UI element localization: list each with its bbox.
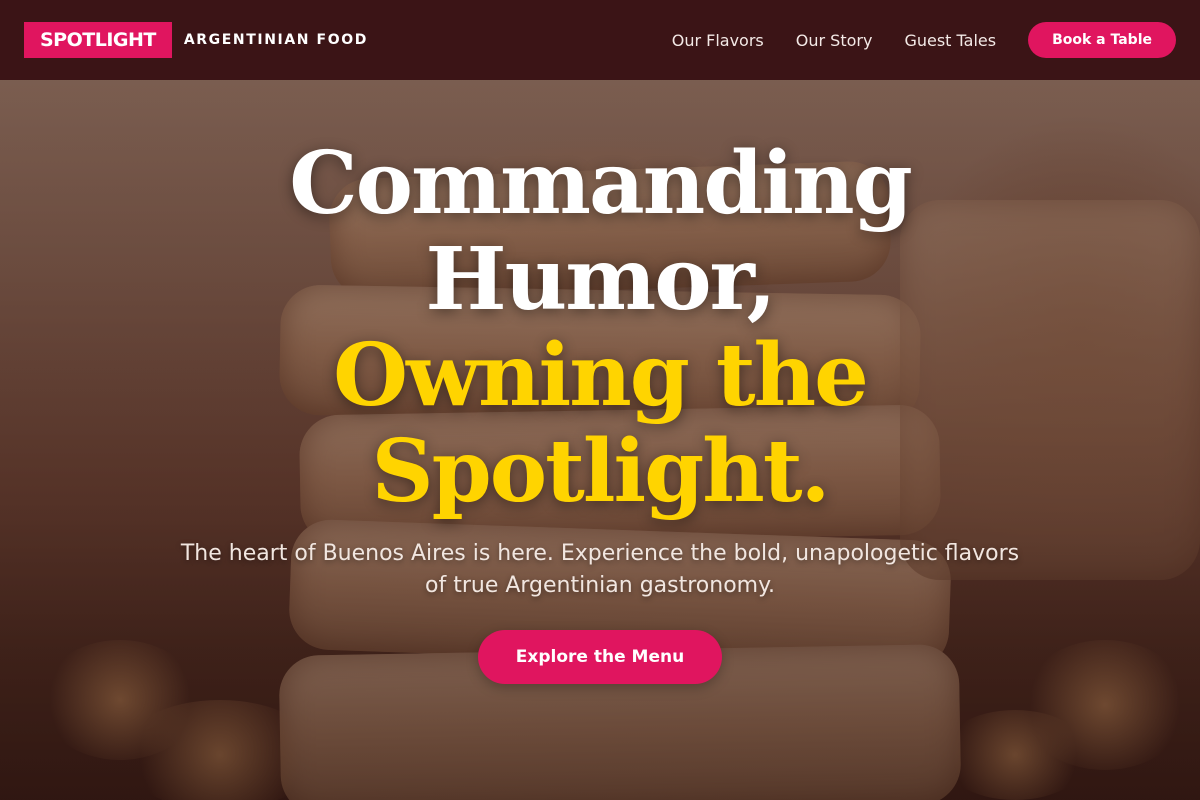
headline-line-4: Spotlight. <box>371 421 831 522</box>
headline-line-3: Owning the <box>333 325 869 426</box>
main-nav: Our Flavors Our Story Guest Tales Book a… <box>672 22 1176 58</box>
headline-line-1: Commanding <box>289 133 913 234</box>
brand-subtitle: ARGENTINIAN FOOD <box>183 32 368 48</box>
brand-name: SPOTLIGHT <box>40 29 156 51</box>
brand-logo[interactable]: SPOTLIGHT <box>24 22 172 58</box>
site-header: SPOTLIGHT ARGENTINIAN FOOD Our Flavors O… <box>0 0 1200 80</box>
hero-section: Commanding Humor, Owning the Spotlight. … <box>0 80 1200 800</box>
nav-link-guest-tales[interactable]: Guest Tales <box>904 31 996 50</box>
hero-headline: Commanding Humor, Owning the Spotlight. <box>0 136 1200 520</box>
hero-tagline: The heart of Buenos Aires is here. Exper… <box>180 541 1020 598</box>
headline-line-2: Humor, <box>425 229 776 330</box>
hero-content: Commanding Humor, Owning the Spotlight. … <box>0 136 1200 684</box>
nav-link-our-flavors[interactable]: Our Flavors <box>672 31 764 50</box>
explore-menu-button[interactable]: Explore the Menu <box>478 630 722 684</box>
nav-link-our-story[interactable]: Our Story <box>796 31 873 50</box>
book-table-button[interactable]: Book a Table <box>1028 22 1176 58</box>
